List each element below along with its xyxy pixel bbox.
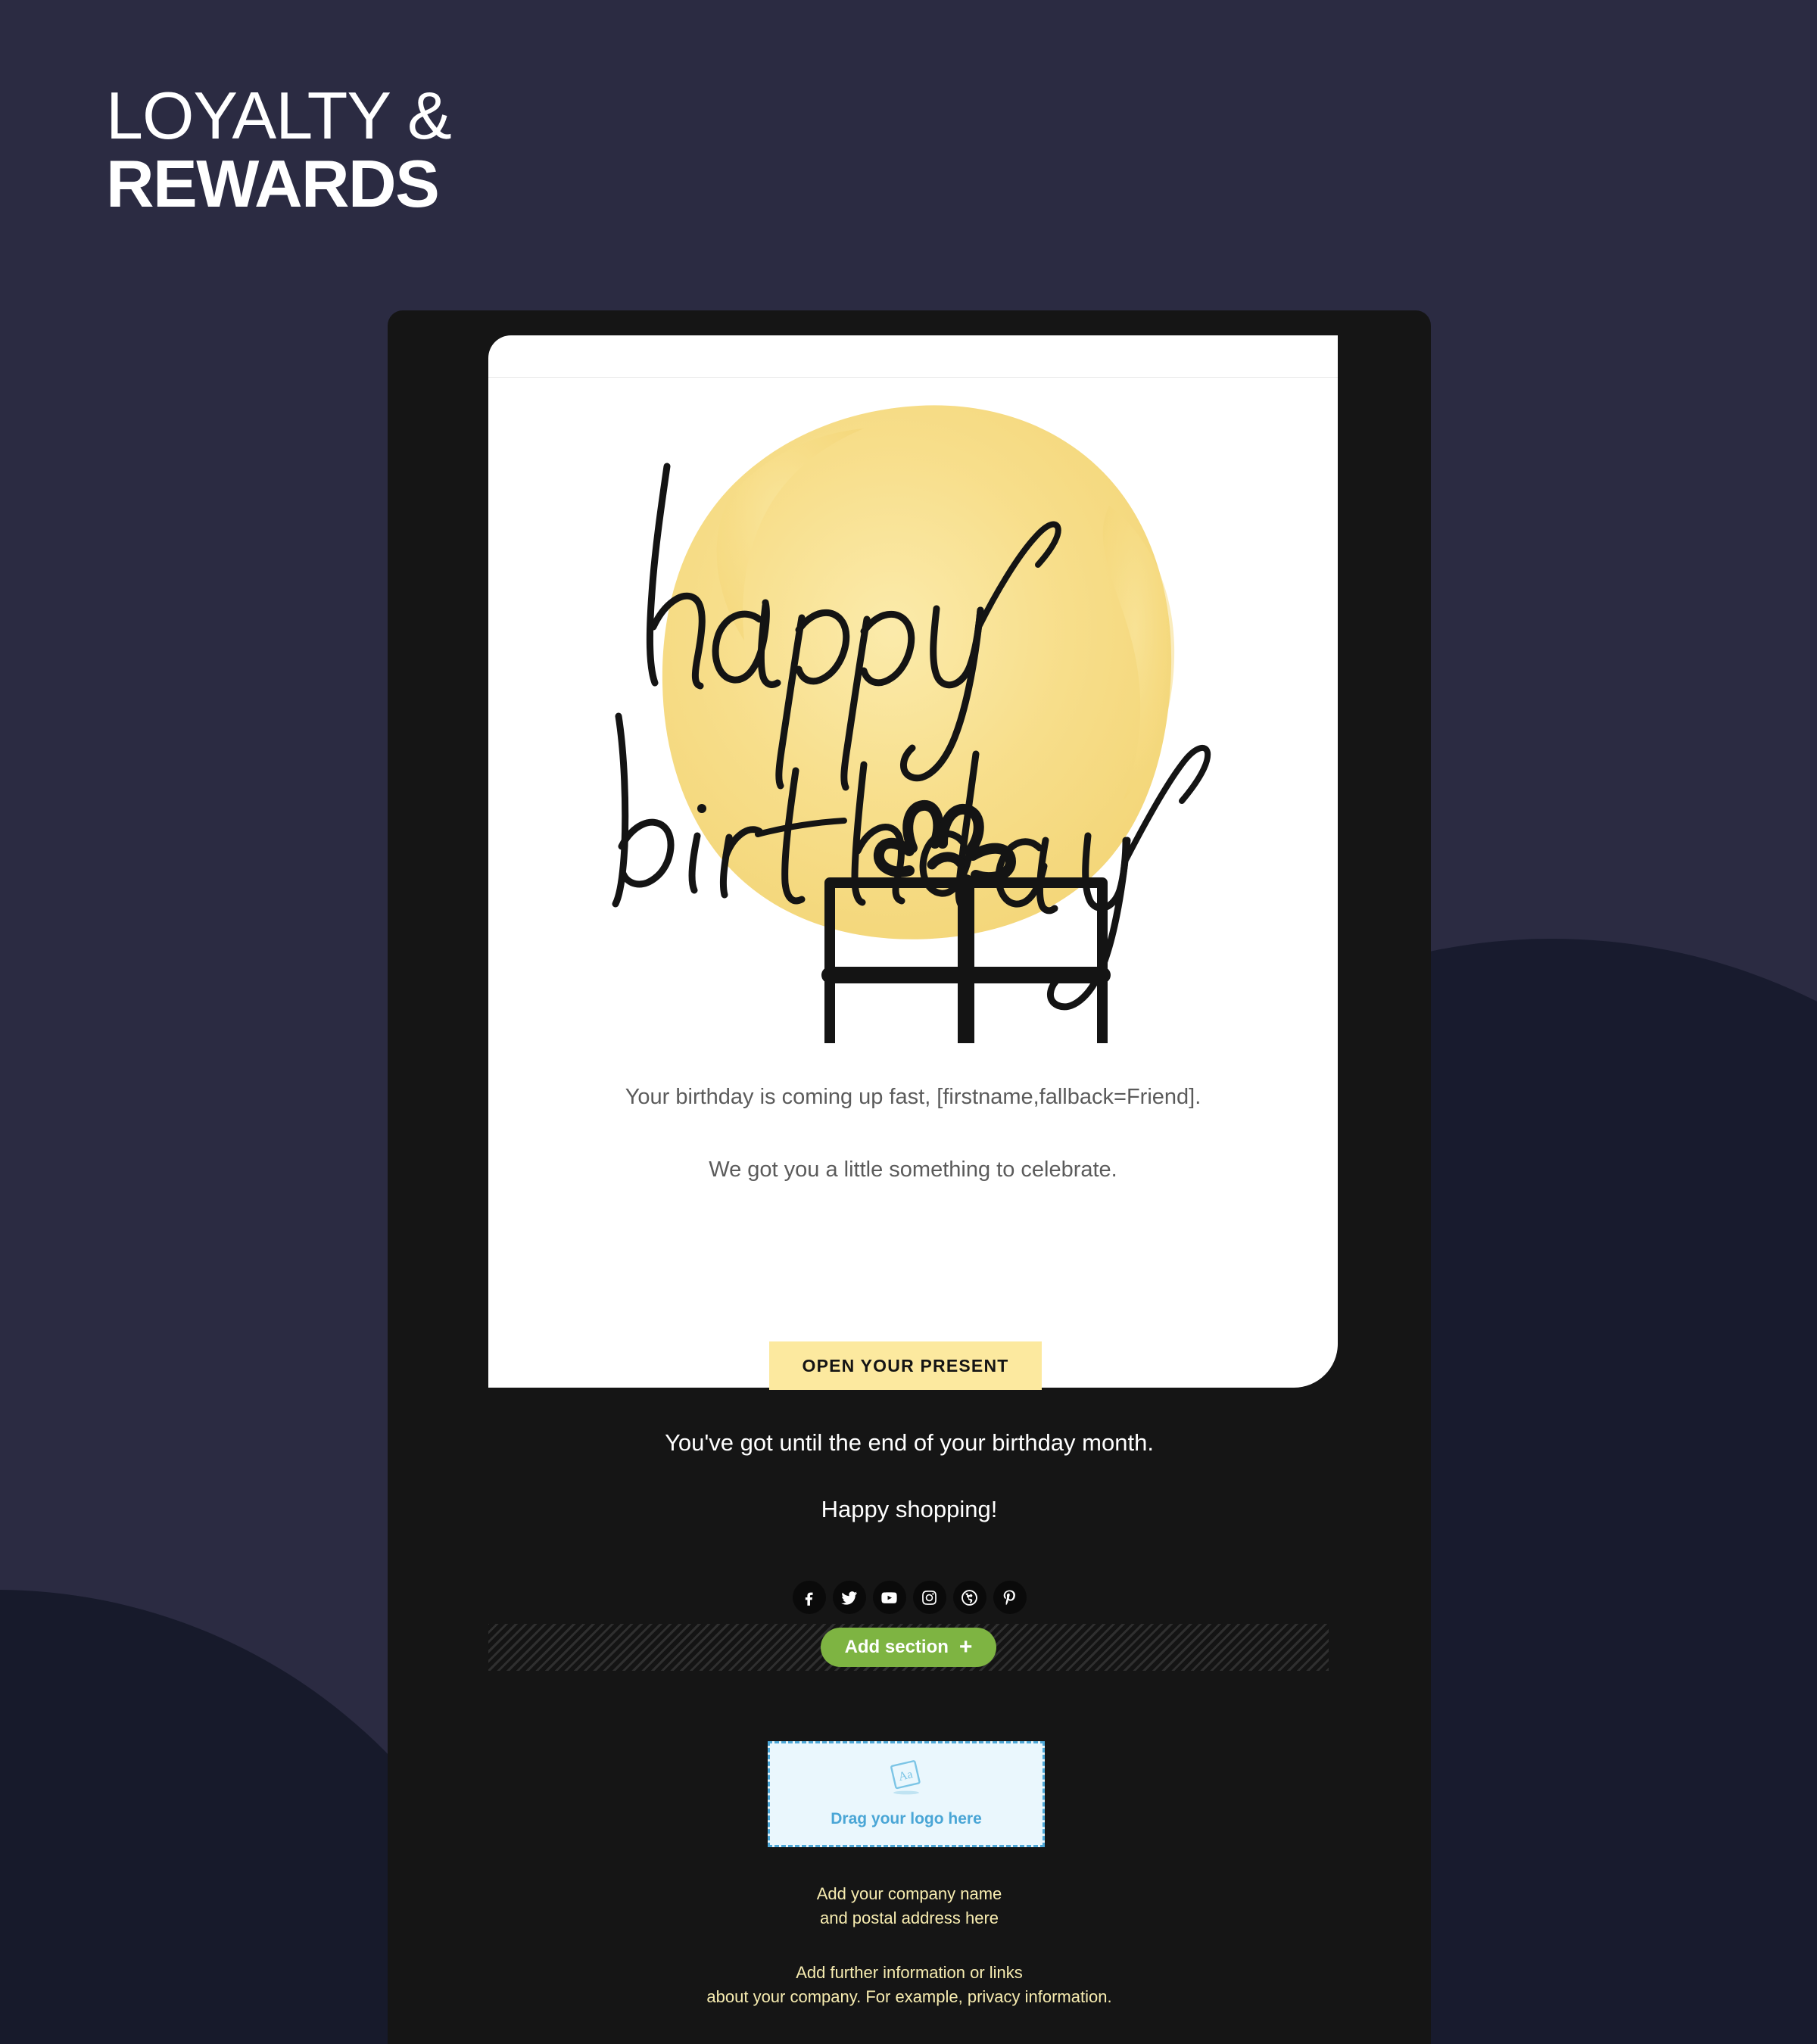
email-footer: Add your company name and postal address…: [388, 1882, 1431, 2044]
page-title-line-1: LOYALTY &: [106, 78, 452, 153]
hero-illustration: [488, 377, 1338, 1043]
footer-explain-line: Explain why your subscribers are receivi…: [388, 2039, 1431, 2044]
footer-postal-address: and postal address here: [819, 1908, 999, 1927]
happy-birthday-artwork: [612, 405, 1211, 1043]
svg-text:Aa: Aa: [897, 1768, 914, 1784]
instagram-icon[interactable]: [912, 1581, 946, 1614]
globe-glyph: [961, 1589, 977, 1606]
footer-further-info-line-1: Add further information or links: [796, 1962, 1023, 1982]
aa-text-card-icon: Aa: [890, 1760, 921, 1795]
email-dark-copy: You've got until the end of your birthda…: [388, 1429, 1431, 1523]
email-body-copy: Your birthday is coming up fast, [firstn…: [488, 1081, 1338, 1186]
twitter-glyph: [841, 1591, 857, 1605]
add-section-dropzone[interactable]: Add section +: [488, 1624, 1329, 1671]
add-section-button[interactable]: Add section +: [820, 1628, 997, 1667]
email-body-line-1: Your birthday is coming up fast, [firstn…: [625, 1085, 1201, 1109]
youtube-glyph: [881, 1591, 897, 1603]
pinterest-icon[interactable]: [993, 1581, 1027, 1614]
website-globe-icon[interactable]: [952, 1581, 986, 1614]
facebook-glyph: [805, 1592, 813, 1606]
page-title: LOYALTY & REWARDS: [106, 78, 452, 221]
page-title-line-2: REWARDS: [106, 145, 440, 221]
facebook-icon[interactable]: [792, 1581, 826, 1614]
footer-company-name: Add your company name: [816, 1884, 1002, 1903]
logo-dropzone-label: Drag your logo here: [831, 1810, 982, 1827]
open-your-present-button[interactable]: OPEN YOUR PRESENT: [769, 1341, 1042, 1390]
twitter-icon[interactable]: [832, 1581, 866, 1614]
watercolor-blob-icon: [662, 405, 1175, 939]
instagram-glyph: [922, 1590, 937, 1605]
youtube-icon[interactable]: [872, 1581, 906, 1614]
logo-dropzone[interactable]: Aa Drag your logo here: [768, 1741, 1045, 1847]
plus-icon: +: [958, 1634, 973, 1659]
email-preview-card: Your birthday is coming up fast, [firstn…: [488, 335, 1338, 1388]
footer-further-info-line-2: about your company. For example, privacy…: [706, 1986, 1112, 2006]
email-body-line-2: We got you a little something to celebra…: [709, 1157, 1117, 1182]
dark-copy-line-2: Happy shopping!: [821, 1496, 998, 1522]
social-links-row: [388, 1581, 1431, 1614]
add-section-label: Add section: [844, 1637, 949, 1657]
pinterest-glyph: [1003, 1590, 1015, 1605]
dark-copy-line-1: You've got until the end of your birthda…: [665, 1429, 1154, 1456]
